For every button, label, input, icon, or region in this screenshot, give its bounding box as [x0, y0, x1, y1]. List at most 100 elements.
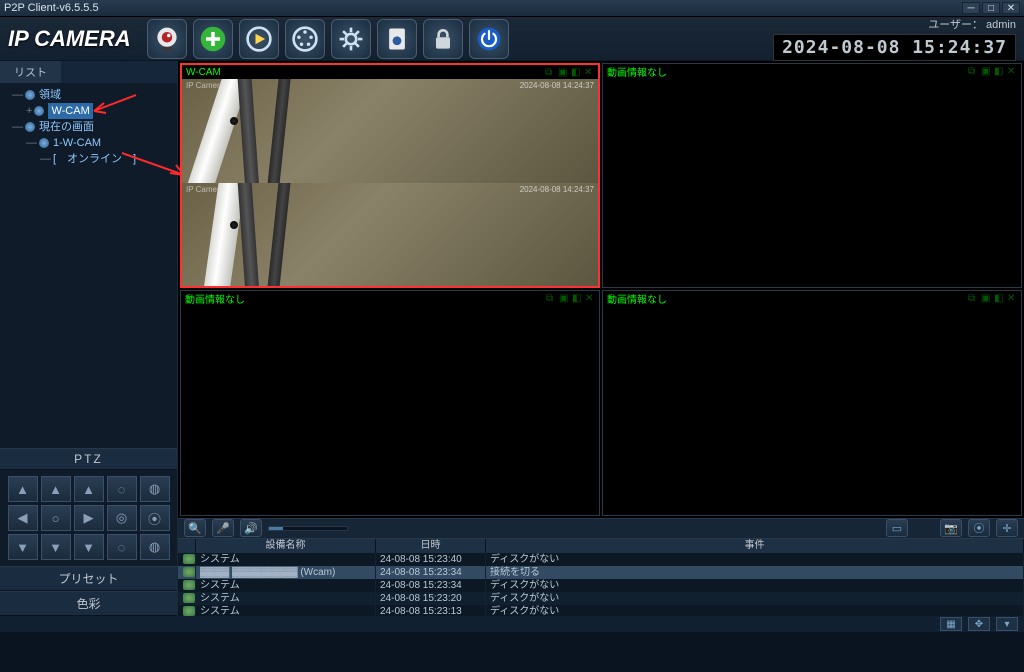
row-time: 24-08-08 15:23:20 [376, 592, 486, 605]
camera-frame-bottom: 2024-08-08 14:24:37 [182, 183, 598, 287]
plus-icon [199, 25, 227, 53]
cell-ctrl-icon[interactable]: ◧ [571, 67, 581, 77]
ptz-down3[interactable]: ▼ [74, 534, 104, 560]
ptz-zoom-out[interactable]: ◌ [107, 534, 137, 560]
tab-list[interactable]: リスト [0, 61, 61, 83]
row-icon [183, 593, 195, 603]
cell-ctrl-icon[interactable]: ◧ [994, 66, 1004, 76]
layout-grid-button[interactable]: ▦ [940, 617, 962, 631]
play-icon [245, 25, 273, 53]
side-tabs: リスト [0, 61, 177, 83]
cell-ctrl-icon[interactable]: ✕ [585, 293, 595, 303]
settings-button[interactable] [331, 19, 371, 59]
tree-node-group[interactable]: —1-W-CAM [2, 135, 175, 151]
window-titlebar: P2P Client-v6.5.5.5 ─ □ ✕ [0, 0, 1024, 17]
ptz-controls: ▲ ▲ ▲ ◌ ◍ ◀ ○ ▶ ◎ ⦿ ▼ ▼ ▼ ◌ ◍ [0, 470, 177, 566]
lock-button[interactable] [423, 19, 463, 59]
power-button[interactable] [469, 19, 509, 59]
color-header[interactable]: 色彩 [0, 591, 177, 616]
clock: 2024-08-08 15:24:37 [773, 34, 1016, 61]
maximize-button[interactable]: □ [982, 2, 1000, 14]
ptz-down[interactable]: ▼ [8, 534, 38, 560]
globe-icon [25, 90, 35, 100]
cell-label: 動画情報なし [185, 291, 245, 306]
cell-ctrl-icon[interactable]: ▣ [981, 66, 991, 76]
log-button[interactable] [377, 19, 417, 59]
log-row[interactable]: システム24-08-08 15:23:40ディスクがない [178, 553, 1024, 566]
record-button[interactable] [285, 19, 325, 59]
ptz-up2[interactable]: ▲ [41, 476, 71, 502]
fullscreen-button[interactable]: ✥ [968, 617, 990, 631]
target-button[interactable]: ✛ [996, 519, 1018, 537]
record-all-button[interactable]: ⦿ [968, 519, 990, 537]
ptz-focus-in[interactable]: ◍ [140, 476, 170, 502]
cell-ctrl-icon[interactable]: ⧉ [968, 293, 978, 303]
tree-node-wcam[interactable]: +W-CAM [2, 103, 175, 119]
add-button[interactable] [193, 19, 233, 59]
row-event: ディスクがない [486, 579, 1024, 592]
ptz-iris-in[interactable]: ◎ [107, 505, 137, 531]
log-row[interactable]: システム24-08-08 15:23:34ディスクがない [178, 579, 1024, 592]
ptz-right[interactable]: ▶ [74, 505, 104, 531]
row-event: 接続を切る [486, 566, 1024, 579]
ptz-zoom-in[interactable]: ◌ [107, 476, 137, 502]
mic-button[interactable]: 🎤 [212, 519, 234, 537]
ptz-home[interactable]: ○ [41, 505, 71, 531]
volume-slider[interactable] [268, 526, 348, 531]
ptz-left[interactable]: ◀ [8, 505, 38, 531]
row-time: 24-08-08 15:23:34 [376, 566, 486, 579]
ptz-aux1[interactable]: ⦿ [140, 505, 170, 531]
row-name: システム [196, 579, 376, 592]
speaker-button[interactable]: 🔊 [240, 519, 262, 537]
log-row[interactable]: ▓▓▓▓ ▓▓▓▓▓▓▓▓▓ (Wcam)24-08-08 15:23:34接続… [178, 566, 1024, 579]
snapshot-button[interactable]: 📷 [940, 519, 962, 537]
tree-node-region[interactable]: —領域 [2, 87, 175, 103]
cell-ctrl-icon[interactable]: ◧ [572, 293, 582, 303]
minimize-button[interactable]: ─ [962, 2, 980, 14]
camera-frame-top: 2024-08-08 14:24:37 [182, 79, 598, 183]
webcam-button[interactable] [147, 19, 187, 59]
event-log: 設備名称 日時 事件 システム24-08-08 15:23:40ディスクがない▓… [178, 538, 1024, 616]
video-control-strip: 🔍 🎤 🔊 ▭ 📷 ⦿ ✛ [178, 518, 1024, 538]
window-layout-button[interactable]: ▭ [886, 519, 908, 537]
video-cell-2[interactable]: 動画情報なし⧉▣◧✕ [602, 63, 1022, 288]
ptz-header: PTZ [0, 448, 177, 470]
row-icon [183, 554, 195, 564]
cell-ctrl-icon[interactable]: ▣ [981, 293, 991, 303]
cell-ctrl-icon[interactable]: ⧉ [546, 293, 556, 303]
cell-ctrl-icon[interactable]: ◧ [994, 293, 1004, 303]
close-button[interactable]: ✕ [1002, 2, 1020, 14]
cell-ctrl-icon[interactable]: ✕ [1007, 293, 1017, 303]
cell-ctrl-icon[interactable]: ▣ [559, 293, 569, 303]
ptz-up3[interactable]: ▲ [74, 476, 104, 502]
col-name: 設備名称 [196, 539, 376, 553]
gear-icon [337, 25, 365, 53]
globe-icon [39, 138, 49, 148]
cell-ctrl-icon[interactable]: ✕ [584, 67, 594, 77]
video-cell-1[interactable]: W-CAM ⧉ ▣ ◧ ✕ 2024-08-08 14:24:37 2024-0… [180, 63, 600, 288]
cell-ctrl-icon[interactable]: ▣ [558, 67, 568, 77]
cell-ctrl-icon[interactable]: ⧉ [545, 67, 555, 77]
ptz-up[interactable]: ▲ [8, 476, 38, 502]
row-name: ▓▓▓▓ ▓▓▓▓▓▓▓▓▓ (Wcam) [196, 566, 376, 579]
preset-header[interactable]: プリセット [0, 566, 177, 591]
tree-node-status[interactable]: —[ オンライン ] [2, 151, 175, 167]
video-cell-4[interactable]: 動画情報なし⧉▣◧✕ [602, 290, 1022, 515]
video-cell-3[interactable]: 動画情報なし ⧉▣◧✕ [180, 290, 600, 515]
lock-icon [429, 25, 457, 53]
ptz-focus-out[interactable]: ◍ [140, 534, 170, 560]
collapse-button[interactable]: ▾ [996, 617, 1018, 631]
tree-node-current[interactable]: —現在の画面 [2, 119, 175, 135]
log-row[interactable]: システム24-08-08 15:23:20ディスクがない [178, 592, 1024, 605]
search-button[interactable]: 🔍 [184, 519, 206, 537]
row-time: 24-08-08 15:23:34 [376, 579, 486, 592]
row-event: ディスクがない [486, 553, 1024, 566]
cell-ctrl-icon[interactable]: ⧉ [968, 66, 978, 76]
row-icon [183, 606, 195, 616]
ptz-down2[interactable]: ▼ [41, 534, 71, 560]
playback-button[interactable] [239, 19, 279, 59]
log-row[interactable]: システム24-08-08 15:23:13ディスクがない [178, 605, 1024, 616]
cell-ctrl-icon[interactable]: ✕ [1007, 66, 1017, 76]
log-header: 設備名称 日時 事件 [178, 539, 1024, 553]
col-time: 日時 [376, 539, 486, 553]
